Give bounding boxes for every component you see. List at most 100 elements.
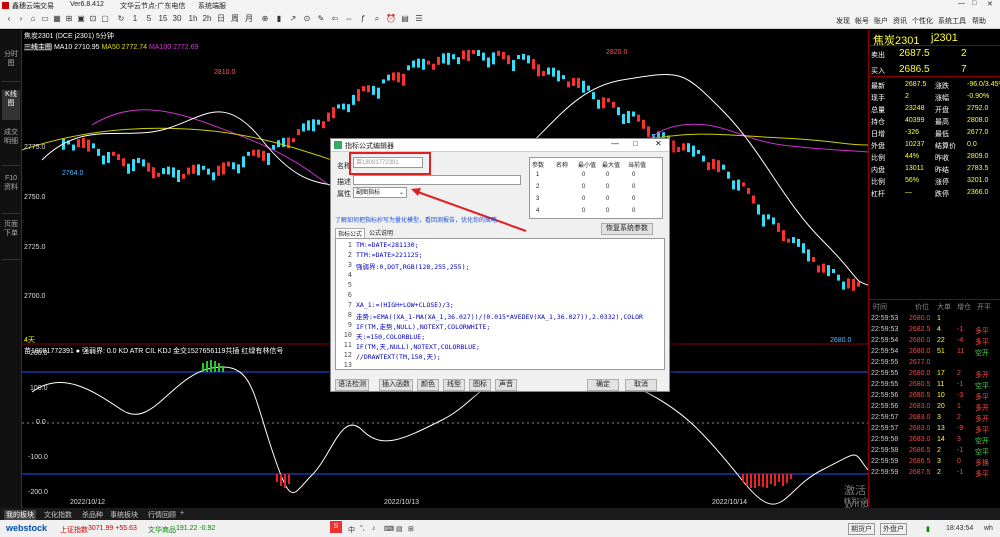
ruler-icon[interactable]: ▦	[52, 14, 62, 24]
external-account[interactable]: 外盘户	[880, 523, 907, 535]
param-cell[interactable]: 0	[582, 172, 585, 178]
main-indicator-label[interactable]: 三线主图	[24, 44, 52, 51]
period-day-icon[interactable]: 日	[216, 14, 226, 24]
keyboard-icon[interactable]: ⌨	[384, 525, 394, 533]
code-line[interactable]: 强弱界:0,DOT,RGB(128,255,255);	[356, 261, 469, 271]
arrow-icon[interactable]: ⇦	[330, 14, 340, 24]
period-week-icon[interactable]: 周	[230, 14, 240, 24]
menu-accounts[interactable]: 账户	[874, 16, 888, 26]
line-type-button[interactable]: 线型	[443, 379, 465, 391]
param-cell[interactable]: 0	[582, 208, 585, 214]
menu-discover[interactable]: 发现	[836, 16, 850, 26]
param-cell[interactable]: 0	[582, 184, 585, 190]
tab-culture-index[interactable]: 文化指数	[44, 510, 72, 520]
tab-formula-desc[interactable]: 公式说明	[367, 228, 395, 237]
ime-punct-icon[interactable]: °,	[360, 525, 365, 532]
menu-tools[interactable]: 系统工具	[938, 16, 966, 26]
menu-personalize[interactable]: 个性化	[912, 16, 933, 26]
period-month-icon[interactable]: 月	[244, 14, 254, 24]
refresh-icon[interactable]: ↻	[116, 14, 126, 24]
zoom-icon[interactable]: ⊙	[302, 14, 312, 24]
system-label[interactable]: 系统端服	[198, 1, 226, 11]
attr-select[interactable]: 副图指标 ⌄	[353, 187, 407, 198]
period-5m-icon[interactable]: 5	[144, 14, 154, 24]
sidebar-item-trades[interactable]: 成交明细	[2, 128, 20, 166]
print-icon[interactable]: ▭	[40, 14, 50, 24]
param-cell[interactable]: 0	[606, 172, 609, 178]
hint-link[interactable]: 了解如何把指标抄写为量化模型，看回测报告，优化你的策略	[335, 215, 497, 224]
insert-function-button[interactable]: 插入函数	[379, 379, 413, 391]
ime-icon[interactable]: S	[330, 521, 342, 533]
period-1m-icon[interactable]: 1	[130, 14, 140, 24]
code-line[interactable]: XA_1:=(HIGH+LOW+CLOSE)/3;	[356, 301, 454, 309]
code-line[interactable]: IF(TM,走势,NULL),NOTEXT,COLORWHITE;	[356, 321, 490, 331]
home-icon[interactable]: ⌂	[28, 14, 38, 24]
param-cell[interactable]: 0	[632, 172, 635, 178]
server-label[interactable]: 文华云节点-广东电信	[120, 1, 185, 11]
sidebar-item-kline[interactable]: K线图	[2, 90, 20, 120]
dialog-minimize-button[interactable]: —	[611, 139, 619, 148]
param-cell[interactable]: 0	[606, 208, 609, 214]
box-icon[interactable]: ⊡	[88, 14, 98, 24]
tab-my-sector[interactable]: 我的板块	[4, 510, 36, 520]
tab-system-sector[interactable]: 事统板块	[110, 510, 138, 520]
ime-zh-icon[interactable]: 中	[348, 525, 355, 535]
syntax-check-button[interactable]: 语法检测	[335, 379, 369, 391]
maximize-button[interactable]: □	[972, 0, 976, 7]
code-line[interactable]: TTM:=DATE>221125;	[356, 251, 423, 259]
grid-icon[interactable]: ⊞	[64, 14, 74, 24]
dialog-maximize-button[interactable]: □	[633, 139, 638, 148]
ask-row[interactable]: 卖出 2687.5 2	[869, 48, 1000, 61]
sidebar-item-order[interactable]: 页面下单	[2, 220, 20, 260]
menu-news[interactable]: 资讯	[893, 16, 907, 26]
mic-icon[interactable]: ♪	[372, 525, 376, 532]
close-button[interactable]: ✕	[987, 0, 993, 8]
forward-icon[interactable]: ›	[16, 14, 26, 24]
chart-period[interactable]: 5分钟	[96, 33, 114, 40]
dialog-close-button[interactable]: ✕	[655, 139, 662, 148]
sound-button[interactable]: 声音	[495, 379, 517, 391]
line-icon[interactable]: ↗	[288, 14, 298, 24]
crosshair-icon[interactable]: ⊕	[260, 14, 270, 24]
code-line[interactable]: TM:=DATE<281130;	[356, 241, 419, 249]
layout-icon[interactable]: ▣	[76, 14, 86, 24]
grid-tool-icon[interactable]: ⊞	[408, 525, 414, 533]
code-line[interactable]: IF(TM,天,NULL),NOTEXT,COLORBLUE;	[356, 341, 480, 351]
menu-account[interactable]: 帐号	[855, 16, 869, 26]
dialog-titlebar[interactable]: 指标公式编辑器 — □ ✕	[331, 139, 669, 152]
cancel-button[interactable]: 取消	[625, 379, 657, 391]
compare-icon[interactable]: ⇔	[344, 14, 354, 24]
param-cell[interactable]: 0	[582, 196, 585, 202]
code-line[interactable]: //DRAWTEXT(TM,150,天);	[356, 351, 441, 361]
menu-help[interactable]: 帮助	[972, 16, 986, 26]
list-icon[interactable]: ☰	[414, 14, 424, 24]
tab-varieties[interactable]: 杀品种	[82, 510, 103, 520]
period-15m-icon[interactable]: 15	[158, 14, 168, 24]
sidebar-item-f10[interactable]: F10资料	[2, 174, 20, 214]
icon-button[interactable]: 图标	[469, 379, 491, 391]
add-tab-button[interactable]: +	[180, 510, 184, 517]
code-line[interactable]: 天:=150,COLORBLUE;	[356, 331, 425, 341]
ok-button[interactable]: 确定	[587, 379, 619, 391]
bid-row[interactable]: 买入 2686.5 7	[869, 64, 1000, 77]
draw-icon[interactable]: ✎	[316, 14, 326, 24]
param-cell[interactable]: 0	[632, 196, 635, 202]
tab-review[interactable]: 行情回顾	[148, 510, 176, 520]
back-icon[interactable]: ‹	[4, 14, 14, 24]
search-icon[interactable]: ⌕	[372, 14, 382, 24]
code-editor[interactable]: 1 TM:=DATE<281130; 2 TTM:=DATE>221125; 3 强弱界:…	[335, 238, 665, 370]
futures-account[interactable]: 期货户	[848, 523, 875, 535]
minimize-button[interactable]: —	[958, 0, 965, 7]
param-table[interactable]: 参数 名称 最小值 最大值 当前值 1 0 0 0 2 0 0 0 3 0 0 0 4 0 0 0	[529, 157, 663, 219]
param-cell[interactable]: 0	[606, 184, 609, 190]
code-line[interactable]: 走势:=EMA((XA_1-MA(XA_1,36.027))/(0.015*AV…	[356, 311, 643, 321]
param-cell[interactable]: 0	[632, 184, 635, 190]
tshirt-icon[interactable]: ▤	[396, 525, 403, 533]
window-icon[interactable]: ▢	[100, 14, 110, 24]
param-cell[interactable]: 0	[606, 196, 609, 202]
chip-icon[interactable]: ▤	[400, 14, 410, 24]
period-30m-icon[interactable]: 30	[172, 14, 182, 24]
restore-params-button[interactable]: 恢复系统参数	[601, 223, 653, 235]
formula-icon[interactable]: ƒ	[358, 14, 368, 24]
desc-field[interactable]	[353, 175, 521, 185]
